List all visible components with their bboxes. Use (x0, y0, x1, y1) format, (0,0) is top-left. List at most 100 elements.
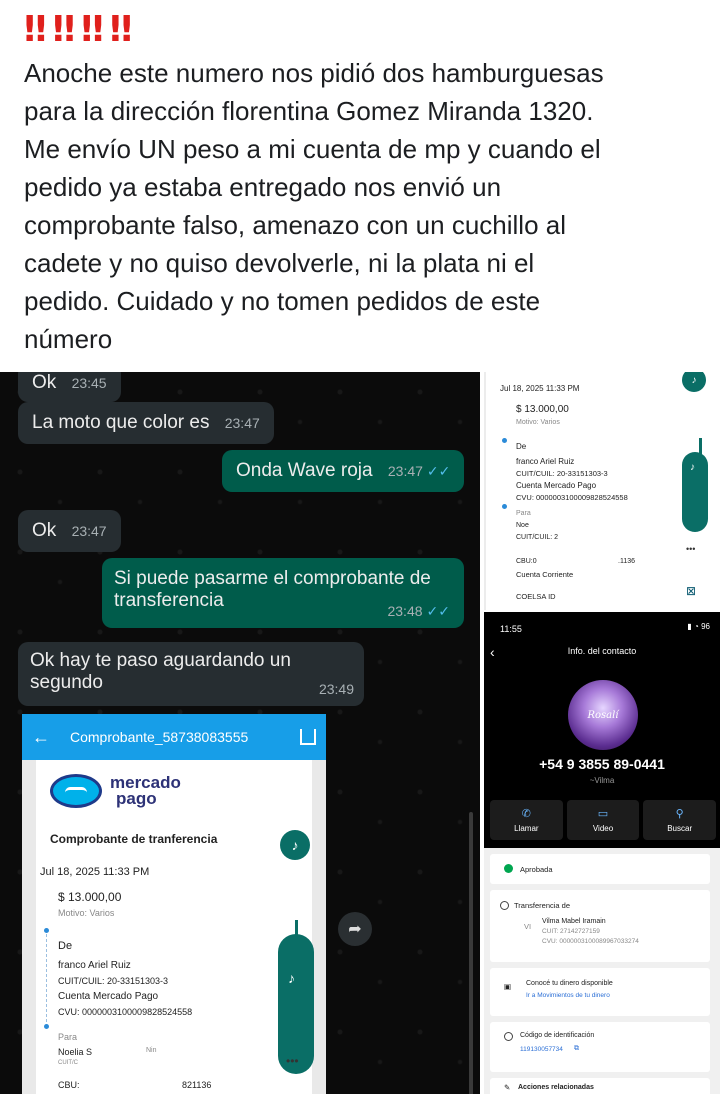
hide-icon[interactable]: ⊠ (686, 584, 696, 598)
double-exclamation-icon: ‼ (109, 9, 132, 50)
transfer-label: Transferencia de (514, 901, 571, 910)
video-label: Video (592, 824, 614, 833)
timeline-dot (44, 928, 49, 933)
message-text: Si puede pasarme el comprobante de (114, 568, 431, 589)
video-button[interactable]: ▭ Video (566, 800, 640, 840)
status-text: Aprobada (520, 865, 553, 874)
to-name: Noelia S (58, 1047, 93, 1057)
more-options-icon[interactable]: ••• (286, 1054, 299, 1068)
message-time: 23:48 (387, 603, 423, 619)
contact-info-title: Info. del contacto (567, 646, 637, 656)
cbu-label: CBU:0 (516, 558, 537, 565)
to-cuit: CUIT/C (58, 1060, 78, 1066)
id-title: Código de identificación (520, 1032, 595, 1039)
wallet-icon: ▣ (504, 982, 512, 991)
timeline-line (46, 934, 47, 1022)
whatsapp-contact-info: 11:55 ▮ ◔ 96 ‹ Info. del contacto Rosalí… (484, 612, 720, 848)
pencil-icon: ✎ (504, 1083, 511, 1092)
from-label: De (58, 940, 73, 952)
scroll-pill[interactable] (682, 438, 708, 532)
receipt-date: Jul 18, 2025 11:33 PM (500, 384, 580, 393)
back-arrow-icon[interactable]: ← (32, 727, 50, 748)
message-time: 23:47 (224, 415, 260, 431)
from-label: De (516, 442, 527, 451)
from-account: Cuenta Mercado Pago (58, 991, 159, 1002)
transfer-card: Transferencia de VI Vilma Mabel Iramain … (490, 890, 710, 962)
sender-cvu: CVU: 0000003100089967033274 (542, 938, 639, 945)
forward-icon[interactable]: ➦ (338, 912, 372, 946)
timeline-dot (502, 504, 507, 509)
handshake-icon (50, 774, 102, 808)
message-bubble-incoming: La moto que color es 23:47 (18, 402, 274, 444)
cbu-value: 821136 (182, 1080, 212, 1090)
message-text: Ok (32, 520, 57, 541)
timeline-dot (44, 1024, 49, 1029)
from-name: franco Ariel Ruiz (58, 960, 131, 971)
bell-icon[interactable]: ♪ (280, 830, 310, 860)
message-text: Ok hay te paso aguardando un (30, 650, 291, 671)
status-icons: ▮ ◔ 96 (687, 622, 710, 631)
to-name: Noe (516, 522, 529, 529)
from-cuit: CUIT/CUIL: 20-33151303-3 (58, 976, 169, 986)
message-bubble-incoming: Ok hay te paso aguardando un segundo 23:… (18, 642, 364, 706)
message-bubble-incoming: Ok 23:47 (18, 510, 121, 552)
music-note-icon: ♪ (288, 970, 295, 986)
message-text: Ok (32, 372, 57, 393)
related-actions-card[interactable]: ✎ Acciones relacionadas (490, 1078, 710, 1094)
identification-card: Código de identificación 119130057734 ⧉ (490, 1022, 710, 1072)
from-cuit: CUIT/CUIL: 20-33151303-3 (516, 469, 608, 478)
from-cvu: CVU: 0000003100009828524558 (58, 1007, 193, 1017)
mercado-pago-logo: mercado pago (50, 774, 181, 808)
chat-scrollbar[interactable] (469, 812, 473, 1094)
double-check-icon: ✓✓ (426, 463, 451, 479)
message-time: 23:47 (387, 463, 423, 479)
scroll-pill[interactable] (278, 920, 314, 1074)
timeline-dot (502, 438, 507, 443)
call-button[interactable]: ✆ Llamar (490, 800, 563, 840)
double-check-icon: ✓✓ (426, 603, 450, 619)
search-icon: ⚲ (675, 808, 684, 820)
message-time: 23:47 (71, 523, 107, 539)
call-label: Llamar (514, 824, 539, 833)
copy-icon[interactable]: ⧉ (574, 1045, 579, 1053)
receipt-screenshot-top: Jul 18, 2025 11:33 PM $ 13.000,00 Motivo… (484, 372, 720, 610)
contact-phone: +54 9 3855 89-0441 (539, 756, 665, 772)
double-exclamation-icon: ‼ (52, 9, 75, 50)
search-button[interactable]: ⚲ Buscar (643, 800, 717, 840)
share-icon[interactable] (300, 729, 316, 745)
message-text: Onda Wave roja (236, 460, 373, 481)
bell-icon[interactable]: ♪ (682, 372, 706, 392)
sender-name: Vilma Mabel Iramain (542, 918, 606, 925)
alert-emoji-row: ‼ ‼ ‼ ‼ (24, 8, 704, 52)
receipt-file-name: Comprobante_58738083555 (70, 729, 249, 745)
cbu-tail: .1136 (618, 558, 635, 565)
avatar-label: Rosalí (587, 710, 619, 721)
message-text: segundo (30, 672, 103, 693)
receipt-motive: Motivo: Varios (516, 419, 560, 426)
receipt-date: Jul 18, 2025 11:33 PM (40, 866, 150, 878)
receipt-viewer-bar: ← Comprobante_58738083555 (22, 714, 326, 760)
transfer-icon (500, 901, 509, 910)
contact-name: ~Vilma (589, 776, 615, 785)
id-value[interactable]: 119130057734 (520, 1046, 563, 1053)
coelsa-id: COELSA ID (516, 592, 556, 601)
message-bubble-outgoing: Onda Wave roja 23:47 ✓✓ (222, 450, 465, 492)
message-bubble-outgoing: Si puede pasarme el comprobante de trans… (102, 558, 464, 628)
from-name: franco Ariel Ruiz (516, 457, 575, 466)
battery-level: 96 (701, 622, 710, 631)
receipt-title: Comprobante de tranferencia (50, 832, 218, 846)
more-options-icon[interactable]: ••• (686, 544, 695, 554)
receipt-amount: $ 13.000,00 (58, 890, 122, 904)
music-note-icon: ♪ (690, 462, 695, 473)
receipt-image-message[interactable]: ← Comprobante_58738083555 mercado pago Co… (22, 714, 326, 1094)
whatsapp-chat-screenshot: Ok 23:45 La moto que color es 23:47 Onda… (0, 372, 480, 1094)
sender-cuit: CUIT: 27142727159 (542, 928, 600, 935)
status-card: Aprobada (490, 854, 710, 884)
post-body: Anoche este numero nos pidió dos hamburg… (24, 58, 604, 354)
from-cvu: CVU: 0000003100009828524558 (516, 493, 628, 502)
money-link[interactable]: Ir a Movimientos de tu dinero (526, 992, 610, 999)
sender-initials: VI (524, 922, 532, 931)
money-title: Conocé tu dinero disponible (526, 980, 613, 987)
available-money-card[interactable]: ▣ Conocé tu dinero disponible Ir a Movim… (490, 968, 710, 1016)
receipt-motive: Motivo: Varios (58, 908, 115, 918)
